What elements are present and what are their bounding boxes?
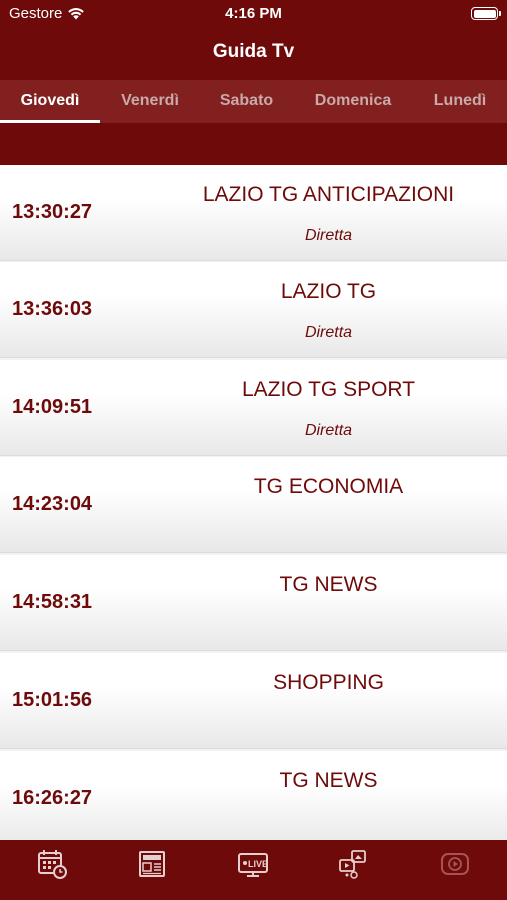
svg-text:LIVE: LIVE	[248, 859, 268, 869]
program-title: TG ECONOMIA	[253, 475, 404, 498]
program-status: Diretta	[304, 324, 353, 341]
program-title: LAZIO TG ANTICIPAZIONI	[202, 183, 455, 206]
status-time: 4:16 PM	[225, 5, 282, 22]
program-time: 16:26:27	[12, 787, 93, 809]
program-time: 14:58:31	[12, 591, 93, 613]
battery-icon	[471, 7, 501, 20]
tab-video[interactable]	[437, 848, 473, 880]
program-title: TG NEWS	[279, 573, 378, 596]
video-play-icon	[441, 853, 469, 875]
tab-sabato[interactable]: Sabato	[200, 80, 293, 123]
program-status: Diretta	[304, 422, 353, 439]
tab-media[interactable]	[335, 848, 371, 880]
tab-giovedi[interactable]: Giovedì	[0, 80, 100, 123]
program-title: SHOPPING	[273, 671, 384, 694]
navigation-bar: Guida Tv	[0, 28, 507, 80]
calendar-clock-icon	[38, 850, 67, 879]
program-time: 13:36:03	[12, 298, 93, 320]
program-title: TG NEWS	[279, 769, 378, 792]
day-tabs: Giovedì Venerdì Sabato Domenica Lunedì	[0, 80, 507, 123]
program-status: Diretta	[304, 227, 353, 244]
schedule-list[interactable]: 13:30:27 LAZIO TG ANTICIPAZIONI Diretta …	[0, 165, 507, 840]
program-time: 13:30:27	[12, 201, 93, 223]
schedule-row[interactable]: 13:30:27 LAZIO TG ANTICIPAZIONI Diretta	[0, 165, 507, 261]
tab-venerdi[interactable]: Venerdì	[100, 80, 200, 123]
schedule-row[interactable]: 13:36:03 LAZIO TG Diretta	[0, 262, 507, 358]
status-bar: Gestore 4:16 PM	[0, 0, 507, 28]
schedule-row[interactable]: 15:01:56 SHOPPING	[0, 653, 507, 749]
program-time: 15:01:56	[12, 689, 93, 711]
schedule-row[interactable]: 16:26:27 TG NEWS	[0, 751, 507, 840]
live-tv-icon: LIVE	[238, 853, 268, 877]
newspaper-icon	[139, 851, 165, 877]
schedule-row[interactable]: 14:23:04 TG ECONOMIA	[0, 457, 507, 553]
header-spacer	[0, 123, 507, 165]
tab-guida-tv[interactable]	[35, 848, 71, 880]
program-title: LAZIO TG	[280, 280, 377, 303]
bottom-tab-bar: LIVE	[0, 840, 507, 900]
page-title: Guida Tv	[212, 41, 295, 62]
media-gallery-icon	[339, 850, 366, 879]
program-time: 14:23:04	[12, 493, 93, 515]
schedule-row[interactable]: 14:58:31 TG NEWS	[0, 555, 507, 651]
tab-live[interactable]: LIVE	[235, 848, 271, 880]
program-title: LAZIO TG SPORT	[241, 378, 416, 401]
program-time: 14:09:51	[12, 396, 93, 418]
tab-lunedi[interactable]: Lunedì	[413, 80, 507, 123]
tab-news[interactable]	[135, 848, 171, 880]
schedule-row[interactable]: 14:09:51 LAZIO TG SPORT Diretta	[0, 360, 507, 456]
tab-domenica[interactable]: Domenica	[293, 80, 413, 123]
